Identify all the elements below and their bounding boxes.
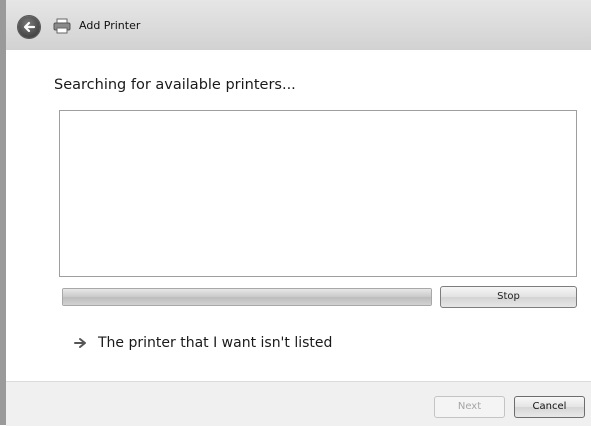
- printer-not-listed-link[interactable]: The printer that I want isn't listed: [74, 333, 332, 353]
- back-arrow-icon: [23, 21, 36, 33]
- add-printer-window: Add Printer Searching for available prin…: [0, 0, 591, 426]
- page-heading: Searching for available printers...: [54, 77, 296, 93]
- wizard-footer: Next Cancel: [6, 381, 591, 426]
- title-bar: Add Printer: [6, 0, 591, 50]
- stop-button[interactable]: Stop: [440, 286, 577, 308]
- cancel-button[interactable]: Cancel: [514, 396, 585, 418]
- printer-icon: [53, 18, 71, 34]
- printer-results-list[interactable]: [59, 110, 577, 277]
- arrow-right-icon: [74, 338, 86, 348]
- back-button[interactable]: [18, 16, 40, 38]
- next-button[interactable]: Next: [434, 396, 505, 418]
- search-progress-fill: [63, 289, 431, 305]
- window-title: Add Printer: [79, 19, 141, 32]
- not-listed-link-text: The printer that I want isn't listed: [98, 335, 333, 351]
- search-progress-bar: [62, 288, 432, 306]
